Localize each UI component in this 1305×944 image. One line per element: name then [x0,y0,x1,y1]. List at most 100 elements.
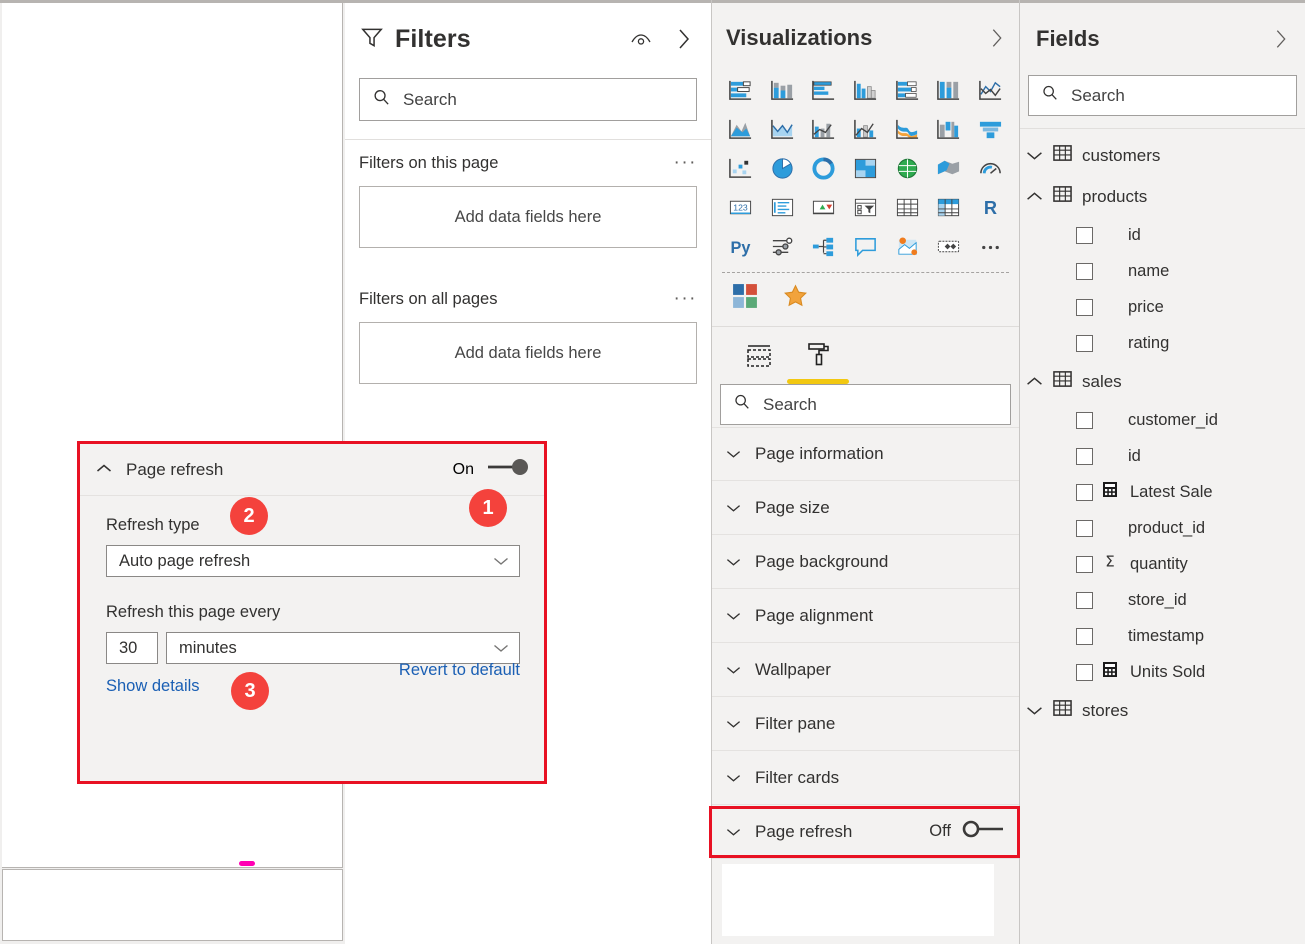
clustered-bar-chart-icon[interactable] [803,73,845,108]
donut-chart-icon[interactable] [803,151,845,186]
clustered-column-chart-icon[interactable] [845,73,887,108]
field-checkbox[interactable] [1076,263,1093,280]
eye-icon[interactable] [629,30,653,48]
filters-on-this-page-dropzone[interactable]: Add data fields here [359,186,697,248]
format-section-filter-cards[interactable]: Filter cards [712,751,1019,805]
stacked-area-chart-icon[interactable] [762,112,804,147]
field-sales-units-sold[interactable]: Units Sold [1020,654,1305,690]
field-sales-latest-sale[interactable]: Latest Sale [1020,474,1305,510]
card-icon[interactable]: 123 [720,190,762,225]
qna-icon[interactable] [845,229,887,264]
refresh-interval-input[interactable]: 30 [106,632,158,664]
pie-chart-icon[interactable] [762,151,804,186]
fields-search-input[interactable]: Search [1028,75,1297,116]
gauge-icon[interactable] [969,151,1011,186]
field-products-price[interactable]: price [1020,289,1305,325]
chevron-up-icon[interactable] [96,461,112,479]
stacked-bar-chart-icon[interactable] [720,73,762,108]
field-sales-quantity[interactable]: Σ quantity [1020,546,1305,582]
format-section-page-background[interactable]: Page background [712,535,1019,589]
100-stacked-bar-chart-icon[interactable] [886,73,928,108]
treemap-icon[interactable] [845,151,887,186]
build-visual-tab[interactable] [744,343,776,384]
format-section-page-alignment[interactable]: Page alignment [712,589,1019,643]
map-icon[interactable] [886,151,928,186]
line-and-clustered-column-chart-icon[interactable] [845,112,887,147]
format-page-tab[interactable] [802,341,834,384]
page-refresh-toggle-off[interactable] [961,819,1005,844]
format-section-filter-pane[interactable]: Filter pane [712,697,1019,751]
collapse-fields-chevron-right-icon[interactable] [1273,27,1289,51]
arcgis-map-icon[interactable] [886,229,928,264]
ribbon-chart-icon[interactable] [886,112,928,147]
filters-on-this-page-more-icon[interactable]: ··· [674,158,697,168]
field-checkbox[interactable] [1076,592,1093,609]
100-stacked-column-chart-icon[interactable] [928,73,970,108]
collapse-visualizations-chevron-right-icon[interactable] [989,26,1005,50]
format-section-page-refresh[interactable]: Page refresh Off [712,805,1019,859]
collapse-filters-chevron-right-icon[interactable] [675,26,693,52]
field-checkbox[interactable] [1076,335,1093,352]
paginated-report-icon[interactable] [928,229,970,264]
waterfall-chart-icon[interactable] [928,112,970,147]
table-icon[interactable] [886,190,928,225]
kpi-icon[interactable] [803,190,845,225]
format-search-input[interactable]: Search [720,384,1011,425]
report-page-canvas-secondary[interactable] [2,869,343,941]
chevron-up-icon[interactable] [1026,187,1043,207]
slicer-icon[interactable] [845,190,887,225]
page-refresh-card-toggle-on[interactable] [484,457,530,482]
field-checkbox[interactable] [1076,448,1093,465]
field-sales-store-id[interactable]: store_id [1020,582,1305,618]
filters-on-all-pages-more-icon[interactable]: ··· [674,294,697,304]
page-refresh-card-header[interactable]: Page refresh On [80,444,544,496]
decomposition-tree-icon[interactable] [803,229,845,264]
field-sales-product-id[interactable]: product_id [1020,510,1305,546]
line-chart-icon[interactable] [969,73,1011,108]
format-section-page-information[interactable]: Page information [712,427,1019,481]
field-products-name[interactable]: name [1020,253,1305,289]
field-checkbox[interactable] [1076,628,1093,645]
stacked-column-chart-icon[interactable] [762,73,804,108]
fields-table-sales[interactable]: sales [1020,361,1305,402]
refresh-type-select[interactable]: Auto page refresh [106,545,520,577]
format-section-page-size[interactable]: Page size [712,481,1019,535]
field-sales-timestamp[interactable]: timestamp [1020,618,1305,654]
get-more-visuals-icon[interactable] [732,283,758,314]
chevron-down-icon[interactable] [1026,146,1043,166]
field-sales-customer-id[interactable]: customer_id [1020,402,1305,438]
chevron-down-icon[interactable] [1026,701,1043,721]
field-products-rating[interactable]: rating [1020,325,1305,361]
line-and-stacked-column-chart-icon[interactable] [803,112,845,147]
fields-table-customers[interactable]: customers [1020,135,1305,176]
show-details-link[interactable]: Show details [106,677,200,696]
filled-map-icon[interactable] [928,151,970,186]
filters-search-input[interactable]: Search [359,78,697,121]
fields-table-stores[interactable]: stores [1020,690,1305,731]
field-products-id[interactable]: id [1020,217,1305,253]
matrix-icon[interactable] [928,190,970,225]
filters-on-all-pages-dropzone[interactable]: Add data fields here [359,322,697,384]
field-checkbox[interactable] [1076,520,1093,537]
field-sales-id[interactable]: id [1020,438,1305,474]
key-influencers-icon[interactable] [762,229,804,264]
fields-table-products[interactable]: products [1020,176,1305,217]
area-chart-icon[interactable] [720,112,762,147]
chevron-up-icon[interactable] [1026,372,1043,392]
more-options-icon[interactable] [969,229,1011,264]
revert-to-default-link[interactable]: Revert to default [399,661,520,680]
featured-visuals-icon[interactable] [782,283,809,314]
field-checkbox[interactable] [1076,227,1093,244]
multi-row-card-icon[interactable] [762,190,804,225]
scatter-chart-icon[interactable] [720,151,762,186]
field-checkbox[interactable] [1076,412,1093,429]
field-checkbox[interactable] [1076,484,1093,501]
field-checkbox[interactable] [1076,299,1093,316]
funnel-chart-icon[interactable] [969,112,1011,147]
field-checkbox[interactable] [1076,664,1093,681]
python-visual-icon[interactable]: Py [720,229,762,264]
refresh-interval-unit-select[interactable]: minutes [166,632,520,664]
r-script-visual-icon[interactable]: R [969,190,1011,225]
field-checkbox[interactable] [1076,556,1093,573]
format-section-wallpaper[interactable]: Wallpaper [712,643,1019,697]
